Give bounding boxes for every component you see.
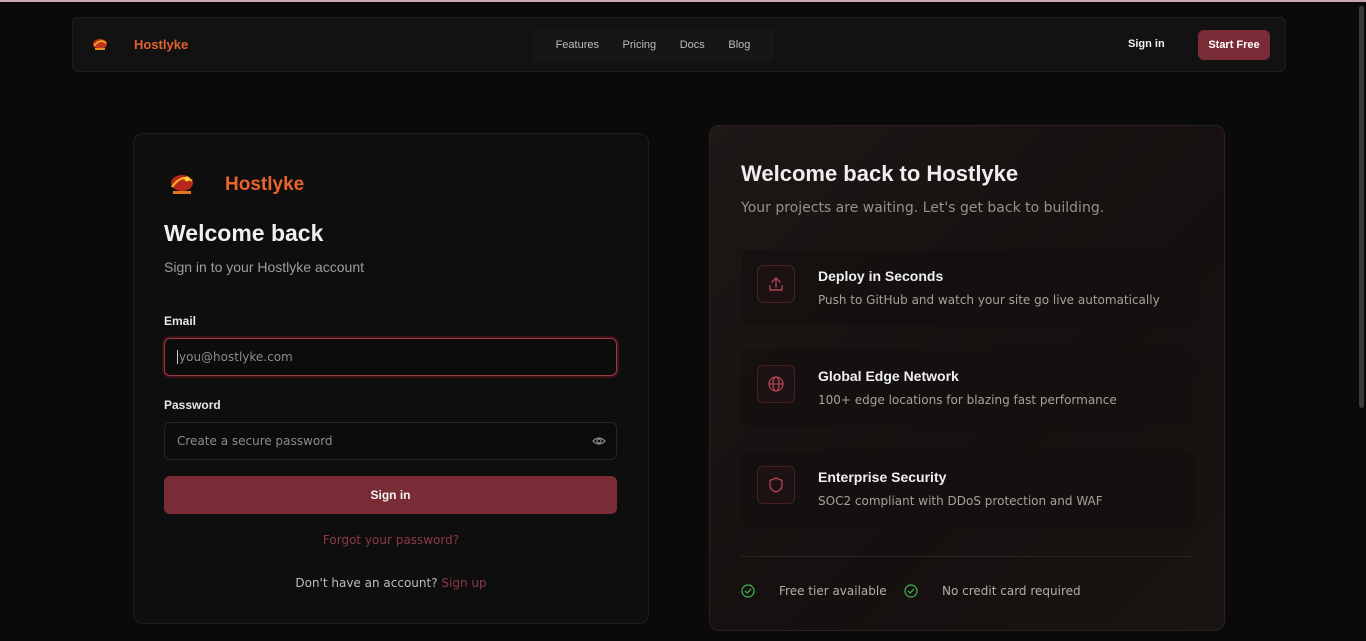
panel-subtitle: Your projects are waiting. Let's get bac… (741, 200, 1105, 216)
no-credit-card-badge: No credit card required (942, 584, 1081, 598)
signup-prompt: Don't have an account? Sign up (134, 576, 648, 590)
brand-logo-icon (171, 175, 193, 194)
no-account-text: Don't have an account? (295, 576, 438, 590)
feature-description: Push to GitHub and watch your site go li… (818, 293, 1160, 307)
forgot-password-link[interactable]: Forgot your password? (134, 533, 648, 547)
feature-title: Enterprise Security (818, 469, 947, 485)
panel-title: Welcome back to Hostlyke (741, 161, 1019, 186)
nav-brand-name[interactable]: Hostlyke (134, 37, 188, 52)
brand-logo-icon[interactable] (91, 35, 109, 53)
feature-description: SOC2 compliant with DDoS protection and … (818, 494, 1103, 508)
email-placeholder: you@hostlyke.com (179, 350, 293, 364)
page-scrollbar[interactable] (1357, 2, 1366, 641)
nav-link-docs[interactable]: Docs (680, 39, 705, 51)
check-circle-icon (741, 584, 755, 598)
nav-sign-in-link[interactable]: Sign in (1128, 38, 1165, 50)
text-cursor (177, 350, 178, 364)
feature-card-security: Enterprise Security SOC2 compliant with … (741, 451, 1194, 527)
globe-icon (757, 365, 795, 403)
scrollbar-thumb[interactable] (1359, 6, 1364, 408)
feature-title: Deploy in Seconds (818, 268, 944, 284)
password-field[interactable]: Create a secure password (164, 422, 617, 460)
top-navbar: Hostlyke Features Pricing Docs Blog Sign… (72, 17, 1286, 72)
nav-links: Features Pricing Docs Blog (532, 28, 774, 62)
email-field[interactable]: you@hostlyke.com (164, 338, 617, 376)
page-title: Welcome back (164, 220, 324, 246)
card-brand-name: Hostlyke (225, 174, 305, 195)
window-top-border (0, 0, 1366, 2)
password-label: Password (164, 398, 221, 412)
nav-link-features[interactable]: Features (556, 39, 599, 51)
password-placeholder: Create a secure password (177, 434, 333, 448)
sign-in-button[interactable]: Sign in (164, 476, 617, 514)
feature-card-deploy: Deploy in Seconds Push to GitHub and wat… (741, 250, 1194, 326)
free-tier-badge: Free tier available (779, 584, 887, 598)
check-circle-icon (904, 584, 918, 598)
sign-up-link[interactable]: Sign up (441, 576, 486, 590)
page-subtitle: Sign in to your Hostlyke account (164, 259, 364, 275)
nav-link-pricing[interactable]: Pricing (623, 39, 657, 51)
feature-card-network: Global Edge Network 100+ edge locations … (741, 350, 1194, 426)
upload-icon (757, 265, 795, 303)
eye-icon[interactable] (592, 434, 606, 448)
start-free-button[interactable]: Start Free (1198, 30, 1270, 60)
email-label: Email (164, 314, 197, 328)
feature-description: 100+ edge locations for blazing fast per… (818, 393, 1117, 407)
shield-icon (757, 466, 795, 504)
feature-title: Global Edge Network (818, 368, 959, 384)
nav-link-blog[interactable]: Blog (728, 39, 750, 51)
divider (741, 556, 1194, 557)
login-card: Hostlyke Welcome back Sign in to your Ho… (133, 133, 649, 624)
welcome-panel: Welcome back to Hostlyke Your projects a… (709, 125, 1225, 631)
